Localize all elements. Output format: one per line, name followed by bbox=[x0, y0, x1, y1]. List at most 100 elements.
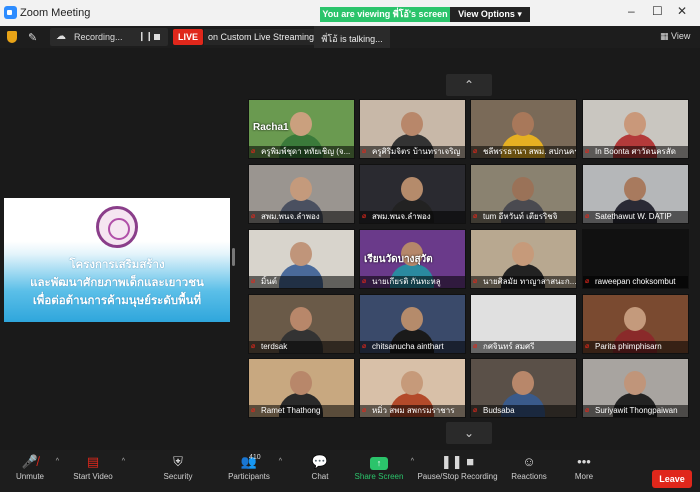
participant-head bbox=[512, 112, 534, 136]
participant-tile[interactable]: Satethawut W. DATIP ⌀ bbox=[582, 164, 689, 224]
muted-mic-icon: ⌀ bbox=[251, 148, 256, 155]
participant-name: กศจินทร์ สมศรี bbox=[471, 341, 576, 353]
participant-head bbox=[401, 371, 423, 395]
participant-tile[interactable]: In Boonta ศาวัดนครสัด ⌀ bbox=[582, 99, 689, 159]
participants-button[interactable]: 👥 410 Participants ^ bbox=[225, 450, 282, 492]
participant-name: ครูศิริมจิตร บ้านทราเจริญ bbox=[360, 146, 465, 158]
participants-label: Participants bbox=[228, 472, 270, 481]
participant-name: Ramet Thathong bbox=[249, 405, 354, 417]
participant-head bbox=[624, 371, 646, 395]
chevron-up-icon[interactable]: ^ bbox=[279, 458, 282, 465]
muted-mic-icon: ⌀ bbox=[362, 407, 367, 414]
chevron-up-icon: ⌃ bbox=[463, 78, 475, 92]
participant-head bbox=[624, 177, 646, 201]
participant-head bbox=[624, 112, 646, 136]
participant-name: สพม.พนจ.ลำพอง bbox=[249, 211, 354, 223]
participant-tile[interactable]: หมิ่ว สพม สพกรมราชาร ⌀ bbox=[359, 358, 466, 418]
participant-head bbox=[290, 371, 312, 395]
shield-icon: ⛨ bbox=[173, 454, 183, 469]
muted-mic-icon: ⌀ bbox=[585, 213, 590, 220]
shared-screen-line: เพื่อต่อต้านการค้ามนุษย์ระดับพื้นที่ bbox=[32, 295, 202, 307]
chevron-up-icon[interactable]: ^ bbox=[56, 458, 59, 465]
more-label: More bbox=[574, 472, 594, 481]
participant-tile[interactable]: Suriyawit Thongpaiwan ⌀ bbox=[582, 358, 689, 418]
tile-overlay-text: เรียนวัดบางสุวัต bbox=[364, 254, 433, 265]
unmute-label: Unmute bbox=[15, 472, 44, 481]
chevron-up-icon[interactable]: ^ bbox=[122, 458, 125, 465]
muted-mic-icon: ⌀ bbox=[362, 148, 367, 155]
view-options-button[interactable]: View Options ▾ bbox=[450, 7, 530, 22]
chevron-up-icon[interactable]: ^ bbox=[411, 458, 414, 465]
gallery-next-page-button[interactable]: ⌄ bbox=[446, 422, 492, 444]
minimize-icon[interactable]: – bbox=[628, 4, 635, 18]
participant-tile[interactable]: chitsanucha ainthart ⌀ bbox=[359, 294, 466, 354]
view-button[interactable]: ▦ View bbox=[660, 31, 690, 42]
security-shield-icon[interactable] bbox=[7, 31, 17, 43]
unmute-button[interactable]: 🎤̸ Unmute ^ bbox=[10, 450, 59, 492]
participant-tile[interactable]: สพม.พนจ.ลำพอง ⌀ bbox=[248, 164, 355, 224]
shared-screen: โครงการเสริมสร้าง และพัฒนาศักยภาพเด็กและ… bbox=[4, 198, 230, 322]
participant-tile[interactable]: กศจินทร์ สมศรี ⌀ bbox=[470, 294, 577, 354]
muted-mic-icon: ⌀ bbox=[251, 278, 256, 285]
participant-head bbox=[290, 307, 312, 331]
participant-head bbox=[290, 112, 312, 136]
participant-tile[interactable]: เรียนวัดบางสุวัต นายเกียรติ กันทะหลู ⌀ bbox=[359, 229, 466, 289]
participant-name: หมิ่ว สพม สพกรมราชาร bbox=[360, 405, 465, 417]
close-icon[interactable]: ✕ bbox=[677, 4, 687, 18]
viewing-screen-banner: You are viewing พี่โอ้'s screen bbox=[320, 7, 450, 22]
participant-tile[interactable]: ครูศิริมจิตร บ้านทราเจริญ ⌀ bbox=[359, 99, 466, 159]
recording-indicator-icon: ✎ bbox=[28, 32, 38, 44]
chat-button[interactable]: 💬 Chat bbox=[305, 450, 335, 492]
participant-tile[interactable]: tum อีหวันท์ เตียรริชจิ ⌀ bbox=[470, 164, 577, 224]
more-button[interactable]: ••• More bbox=[570, 450, 598, 492]
participant-tile[interactable]: มิ้นต์ ⌀ bbox=[248, 229, 355, 289]
participant-name: Suriyawit Thongpaiwan bbox=[583, 405, 688, 417]
participant-name: Budsaba bbox=[471, 405, 576, 417]
gallery-previous-page-button[interactable]: ⌃ bbox=[446, 74, 492, 96]
participant-tile[interactable]: ชลีพรรธานา สพม. สปกนคร... ⌀ bbox=[470, 99, 577, 159]
share-screen-button[interactable]: ↑ Share Screen ^ bbox=[353, 450, 414, 492]
start-video-label: Start Video bbox=[73, 472, 113, 481]
recording-label: Recording... bbox=[74, 32, 123, 42]
start-video-button[interactable]: ▤ Start Video ^ bbox=[70, 450, 125, 492]
participant-tile[interactable]: สพม.พนจ.ลำพอง ⌀ bbox=[359, 164, 466, 224]
stop-recording-icon[interactable] bbox=[154, 34, 160, 40]
security-button[interactable]: ⛨ Security bbox=[160, 450, 196, 492]
window-titlebar: Zoom Meeting You are viewing พี่โอ้'s sc… bbox=[0, 0, 700, 26]
participant-tile[interactable]: นายศิลมัย ทาญาสาสนะก... ⌀ bbox=[470, 229, 577, 289]
window-title: Zoom Meeting bbox=[20, 7, 91, 19]
participant-head bbox=[512, 242, 534, 266]
participant-tile[interactable]: raweepan choksombut ⌀ bbox=[582, 229, 689, 289]
participant-name: นายเกียรติ กันทะหลู bbox=[360, 276, 465, 288]
participant-tile[interactable]: Ramet Thathong ⌀ bbox=[248, 358, 355, 418]
pause-recording-icon[interactable]: ❙❙ bbox=[138, 31, 153, 42]
muted-mic-icon: ⌀ bbox=[473, 278, 478, 285]
pause-stop-icon: ❚❚ ■ bbox=[440, 454, 475, 469]
pause-stop-recording-button[interactable]: ❚❚ ■ Pause/Stop Recording bbox=[415, 450, 500, 492]
participant-head bbox=[624, 307, 646, 331]
share-screen-arrow-icon: ↑ bbox=[370, 457, 388, 470]
security-label: Security bbox=[163, 472, 193, 481]
reactions-button[interactable]: ☺ Reactions bbox=[510, 450, 548, 492]
panel-resize-handle[interactable] bbox=[232, 248, 235, 266]
muted-mic-icon: ⌀ bbox=[585, 407, 590, 414]
live-badge[interactable]: LIVE bbox=[173, 29, 203, 45]
participant-head bbox=[512, 371, 534, 395]
participant-tile[interactable]: terdsak ⌀ bbox=[248, 294, 355, 354]
leave-button[interactable]: Leave bbox=[652, 470, 692, 488]
muted-mic-icon: ⌀ bbox=[362, 343, 367, 350]
muted-microphone-icon: 🎤̸ bbox=[21, 454, 39, 469]
participant-tile[interactable]: Parita phimphisarn ⌀ bbox=[582, 294, 689, 354]
participant-tile[interactable]: Budsaba ⌀ bbox=[470, 358, 577, 418]
participant-head bbox=[290, 177, 312, 201]
muted-mic-icon: ⌀ bbox=[473, 407, 478, 414]
participant-tile[interactable]: Racha1 ครูพิมพ์ชุดา หทัยเชิญ (จ... ⌀ bbox=[248, 99, 355, 159]
maximize-icon[interactable]: ☐ bbox=[652, 4, 663, 18]
participant-head bbox=[401, 112, 423, 136]
zoom-logo-icon bbox=[4, 6, 17, 19]
share-screen-label: Share Screen bbox=[354, 472, 404, 481]
participant-name: ชลีพรรธานา สพม. สปกนคร... bbox=[471, 146, 576, 158]
participant-name: มิ้นต์ bbox=[249, 276, 354, 288]
meeting-toolbar: 🎤̸ Unmute ^ ▤ Start Video ^ ⛨ Security 👥… bbox=[0, 450, 700, 492]
chat-bubble-icon: 💬 bbox=[311, 454, 329, 469]
